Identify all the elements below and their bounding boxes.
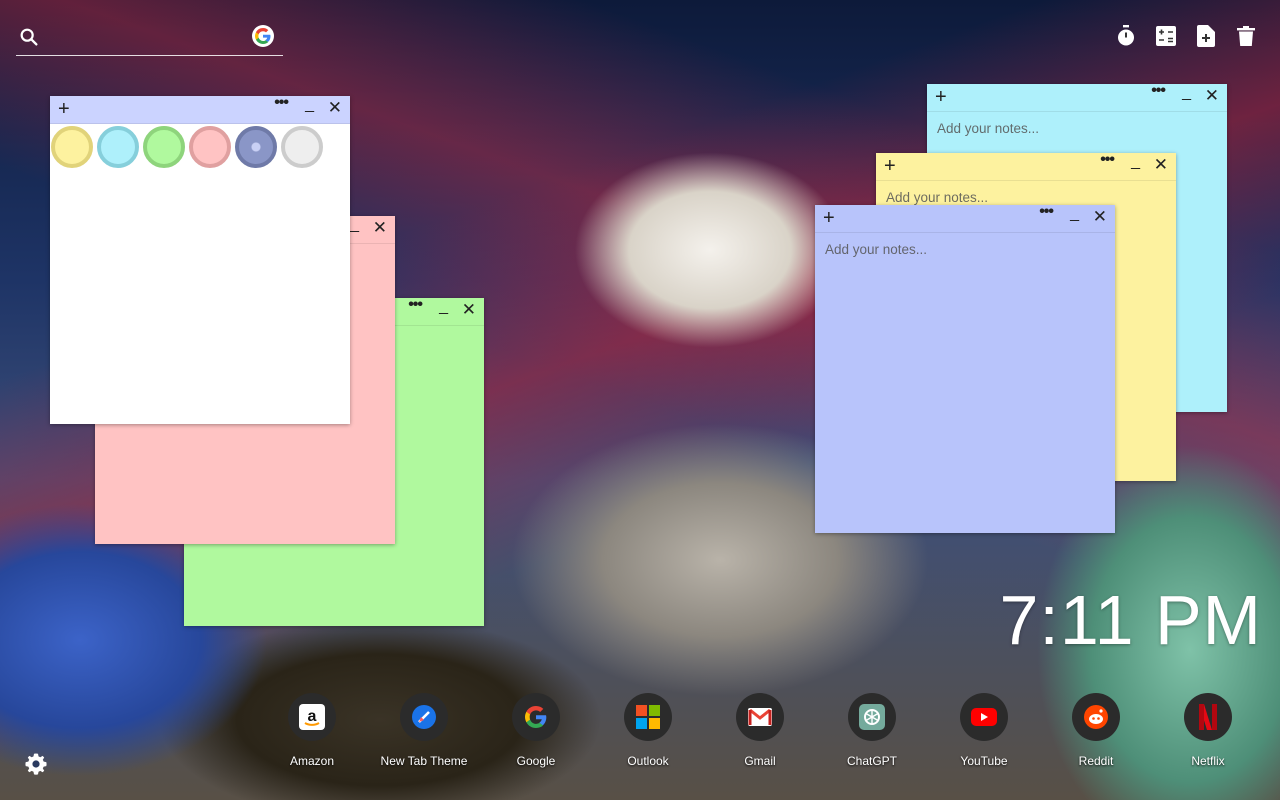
new-tab-theme-icon (400, 693, 448, 741)
gmail-icon (736, 693, 784, 741)
add-note-button[interactable]: + (935, 86, 947, 108)
timer-icon[interactable] (1114, 24, 1138, 48)
note-placeholder: Add your notes... (825, 242, 928, 257)
shortcut-label: Google (516, 754, 556, 768)
shortcut-label: Netflix (1191, 754, 1225, 768)
chatgpt-icon (848, 693, 896, 741)
color-swatch-gray[interactable] (281, 126, 323, 168)
shortcut-label: ChatGPT (846, 754, 897, 768)
minimize-button[interactable]: _ (439, 298, 448, 316)
svg-text:a: a (308, 708, 317, 725)
shortcut-reddit[interactable]: Reddit (1040, 693, 1152, 768)
sticky-note-blue[interactable]: + ••• _ ✕ Add your notes... (815, 203, 1115, 533)
minimize-button[interactable]: _ (1070, 205, 1079, 223)
reddit-icon (1072, 693, 1120, 741)
color-swatch-blue-selected[interactable] (235, 126, 277, 168)
amazon-icon: a (288, 693, 336, 741)
close-button[interactable]: ✕ (1205, 87, 1219, 105)
add-note-button[interactable]: + (58, 98, 70, 120)
shortcut-label: Reddit (1078, 754, 1114, 768)
minimize-button[interactable]: _ (305, 96, 314, 114)
color-swatch-cyan[interactable] (97, 126, 139, 168)
close-button[interactable]: ✕ (1093, 208, 1107, 226)
minimize-button[interactable]: _ (1131, 153, 1140, 171)
google-icon (512, 693, 560, 741)
shortcut-amazon[interactable]: a Amazon (256, 693, 368, 768)
color-swatch-green[interactable] (143, 126, 185, 168)
shortcut-google[interactable]: Google (480, 693, 592, 768)
new-note-icon[interactable] (1194, 24, 1218, 48)
add-note-button[interactable]: + (884, 155, 896, 177)
search-bar (16, 20, 283, 56)
shortcut-chatgpt[interactable]: ChatGPT (816, 693, 928, 768)
more-options-button[interactable]: ••• (1100, 151, 1115, 169)
top-toolbar (1114, 24, 1258, 48)
note-titlebar[interactable]: + ••• _ ✕ (50, 94, 350, 124)
note-placeholder: Add your notes... (937, 121, 1040, 136)
shortcut-label: Gmail (744, 754, 776, 768)
add-note-button[interactable]: + (823, 207, 835, 229)
shortcut-bar: a Amazon New Tab Theme Google Outlook Gm (256, 693, 1256, 773)
search-input[interactable] (50, 24, 244, 50)
calculator-icon[interactable] (1154, 24, 1178, 48)
note-titlebar[interactable]: + ••• _ ✕ (815, 203, 1115, 233)
shortcut-label: New Tab Theme (380, 754, 468, 768)
note-placeholder: Add your notes... (886, 190, 989, 205)
close-button[interactable]: ✕ (1154, 156, 1168, 174)
color-swatch-yellow[interactable] (51, 126, 93, 168)
note-text-area[interactable]: Add your notes... (927, 112, 1227, 145)
minimize-button[interactable]: _ (350, 216, 359, 234)
netflix-icon (1184, 693, 1232, 741)
note-titlebar[interactable]: + ••• _ ✕ (876, 151, 1176, 181)
shortcut-gmail[interactable]: Gmail (704, 693, 816, 768)
more-options-button[interactable]: ••• (274, 94, 289, 112)
shortcut-outlook[interactable]: Outlook (592, 693, 704, 768)
close-button[interactable]: ✕ (373, 219, 387, 237)
minimize-button[interactable]: _ (1182, 84, 1191, 102)
note-titlebar[interactable]: + ••• _ ✕ (927, 82, 1227, 112)
more-options-button[interactable]: ••• (408, 296, 423, 314)
search-icon[interactable] (18, 26, 40, 48)
shortcut-netflix[interactable]: Netflix (1152, 693, 1264, 768)
more-options-button[interactable]: ••• (1151, 82, 1166, 100)
outlook-icon (624, 693, 672, 741)
shortcut-label: YouTube (960, 754, 1008, 768)
shortcut-new-tab-theme[interactable]: New Tab Theme (368, 693, 480, 768)
shortcut-youtube[interactable]: YouTube (928, 693, 1040, 768)
youtube-icon (960, 693, 1008, 741)
clock: 7:11 PM (999, 581, 1262, 659)
shortcut-label: Outlook (627, 754, 669, 768)
sticky-note-white[interactable]: + ••• _ ✕ (50, 94, 350, 424)
color-swatch-pink[interactable] (189, 126, 231, 168)
shortcut-label: Amazon (289, 754, 335, 768)
google-search-icon[interactable] (252, 25, 274, 47)
note-text-area[interactable]: Add your notes... (815, 233, 1115, 266)
color-palette (50, 124, 350, 168)
trash-icon[interactable] (1234, 24, 1258, 48)
settings-gear-icon[interactable] (24, 752, 48, 776)
close-button[interactable]: ✕ (328, 99, 342, 117)
close-button[interactable]: ✕ (462, 301, 476, 319)
more-options-button[interactable]: ••• (1039, 203, 1054, 221)
